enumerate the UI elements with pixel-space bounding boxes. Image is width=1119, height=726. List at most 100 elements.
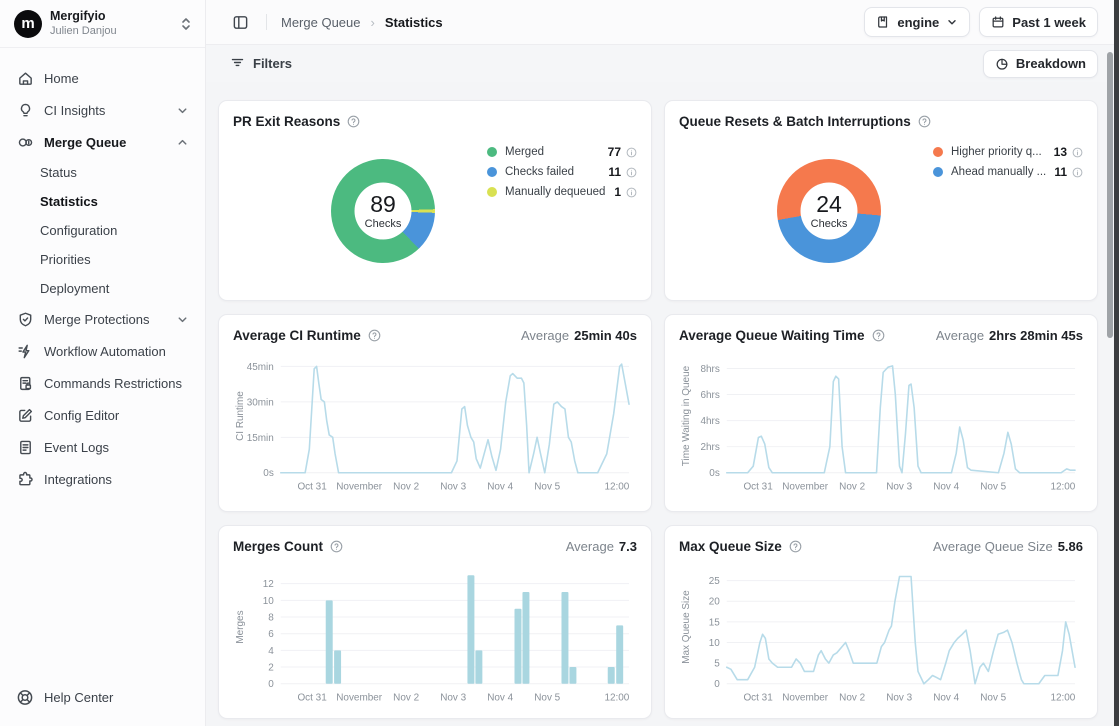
help-icon[interactable] xyxy=(918,115,931,128)
svg-text:0s: 0s xyxy=(709,468,720,479)
svg-text:Nov 5: Nov 5 xyxy=(534,482,560,493)
svg-text:2hrs: 2hrs xyxy=(700,442,719,453)
legend-item[interactable]: Higher priority q... 13 xyxy=(933,142,1083,162)
info-icon[interactable] xyxy=(1072,167,1083,178)
sidebar-item-home[interactable]: Home xyxy=(8,62,197,94)
help-icon[interactable] xyxy=(789,540,802,553)
chevron-up-icon[interactable] xyxy=(176,136,189,149)
sidebar-item-event-logs[interactable]: Event Logs xyxy=(8,431,197,463)
legend-dot xyxy=(933,167,943,177)
sidebar-toggle-icon[interactable] xyxy=(228,10,252,34)
lightning-icon xyxy=(16,342,34,360)
breakdown-button[interactable]: Breakdown xyxy=(983,50,1098,78)
bar-chart-merges-count[interactable]: 024681012Oct 31NovemberNov 2Nov 3Nov 4No… xyxy=(233,560,637,710)
legend-item[interactable]: Manually dequeued 1 xyxy=(487,182,637,202)
card-average-ci-runtime: Average CI Runtime Average25min 40s 0s15… xyxy=(218,314,652,512)
chevron-down-icon[interactable] xyxy=(176,313,189,326)
legend-item[interactable]: Merged 77 xyxy=(487,142,637,162)
svg-text:15min: 15min xyxy=(247,433,274,444)
card-title: Merges Count xyxy=(233,539,323,554)
sidebar-item-priorities[interactable]: Priorities xyxy=(8,245,197,274)
svg-text:November: November xyxy=(782,482,829,493)
user-name: Julien Danjou xyxy=(50,25,117,39)
help-icon[interactable] xyxy=(368,329,381,342)
average-label: Average xyxy=(936,328,984,343)
legend-item[interactable]: Checks failed 11 xyxy=(487,162,637,182)
svg-text:12:00: 12:00 xyxy=(1050,482,1075,493)
svg-text:Merges: Merges xyxy=(235,610,246,643)
svg-text:Oct 31: Oct 31 xyxy=(297,693,327,704)
legend-dot xyxy=(487,147,497,157)
sidebar-item-merge-protections[interactable]: Merge Protections xyxy=(8,303,197,335)
sidebar-item-help-center[interactable]: Help Center xyxy=(0,676,205,726)
svg-text:20: 20 xyxy=(709,597,721,608)
legend-label: Checks failed xyxy=(505,166,602,178)
legend-value: 11 xyxy=(608,165,621,179)
org-switcher[interactable]: m Mergifyio Julien Danjou xyxy=(0,0,205,47)
svg-text:Max Queue Size: Max Queue Size xyxy=(681,590,692,664)
breakdown-button-label: Breakdown xyxy=(1016,56,1086,71)
svg-text:Nov 2: Nov 2 xyxy=(393,482,419,493)
line-chart-ci-runtime[interactable]: 0s15min30min45minOct 31NovemberNov 2Nov … xyxy=(233,349,637,499)
info-icon[interactable] xyxy=(626,187,637,198)
filters-button[interactable]: Filters xyxy=(222,51,300,77)
top-bar: Merge Queue › Statistics engine Past 1 w… xyxy=(206,0,1119,45)
sidebar-item-status[interactable]: Status xyxy=(8,158,197,187)
sidebar-item-merge-queue[interactable]: Merge Queue xyxy=(8,126,197,158)
svg-text:0: 0 xyxy=(714,679,720,690)
legend-item[interactable]: Ahead manually ... 11 xyxy=(933,162,1083,182)
svg-text:Nov 2: Nov 2 xyxy=(393,693,419,704)
help-icon[interactable] xyxy=(872,329,885,342)
chart-legend: Higher priority q... 13 Ahead manually .… xyxy=(933,142,1083,263)
svg-text:Time Waiting in Queue: Time Waiting in Queue xyxy=(681,365,692,466)
sidebar: m Mergifyio Julien Danjou Home CI Insigh… xyxy=(0,0,206,726)
svg-text:4hrs: 4hrs xyxy=(700,416,719,427)
info-icon[interactable] xyxy=(626,147,637,158)
card-average-queue-waiting-time: Average Queue Waiting Time Average2hrs 2… xyxy=(664,314,1098,512)
help-icon[interactable] xyxy=(330,540,343,553)
sidebar-item-commands-restrictions[interactable]: Commands Restrictions xyxy=(8,367,197,399)
chevron-down-icon[interactable] xyxy=(176,104,189,117)
help-icon[interactable] xyxy=(347,115,360,128)
sidebar-item-label: Merge Queue xyxy=(44,135,126,150)
sidebar-item-statistics[interactable]: Statistics xyxy=(8,187,197,216)
chevron-updown-icon[interactable] xyxy=(179,17,193,31)
svg-text:Oct 31: Oct 31 xyxy=(743,693,773,704)
sidebar-item-ci-insights[interactable]: CI Insights xyxy=(8,94,197,126)
sidebar-item-integrations[interactable]: Integrations xyxy=(8,463,197,495)
svg-text:12:00: 12:00 xyxy=(604,482,629,493)
sidebar-item-configuration[interactable]: Configuration xyxy=(8,216,197,245)
sidebar-item-config-editor[interactable]: Config Editor xyxy=(8,399,197,431)
svg-text:10: 10 xyxy=(709,638,721,649)
card-title: Average CI Runtime xyxy=(233,328,361,343)
repository-selector[interactable]: engine xyxy=(864,7,970,37)
svg-text:8hrs: 8hrs xyxy=(700,364,719,375)
sidebar-item-label: Help Center xyxy=(44,690,113,705)
average-value: 5.86 xyxy=(1058,539,1083,554)
sidebar-item-label: Merge Protections xyxy=(44,312,150,327)
line-chart-max-queue-size[interactable]: 0510152025Oct 31NovemberNov 2Nov 3Nov 4N… xyxy=(679,560,1083,710)
sidebar-item-label: Config Editor xyxy=(44,408,119,423)
svg-text:12:00: 12:00 xyxy=(604,693,629,704)
org-name: Mergifyio xyxy=(50,9,117,25)
line-chart-queue-waiting[interactable]: 0s2hrs4hrs6hrs8hrsOct 31NovemberNov 2Nov… xyxy=(679,349,1083,499)
repo-icon xyxy=(876,15,890,29)
breadcrumb-separator: › xyxy=(371,15,375,30)
sidebar-item-workflow-automation[interactable]: Workflow Automation xyxy=(8,335,197,367)
vertical-scrollbar[interactable] xyxy=(1107,52,1113,338)
donut-unit: Checks xyxy=(365,218,402,230)
info-icon[interactable] xyxy=(626,167,637,178)
info-icon[interactable] xyxy=(1072,147,1083,158)
filters-button-label: Filters xyxy=(253,56,292,71)
date-range-button[interactable]: Past 1 week xyxy=(979,7,1098,37)
svg-text:Nov 3: Nov 3 xyxy=(886,693,912,704)
sidebar-item-deployment[interactable]: Deployment xyxy=(8,274,197,303)
breadcrumb-parent[interactable]: Merge Queue xyxy=(281,15,361,30)
svg-text:Nov 3: Nov 3 xyxy=(440,482,466,493)
lightbulb-icon xyxy=(16,101,34,119)
card-queue-resets: Queue Resets & Batch Interruptions 24 Ch… xyxy=(664,100,1098,301)
divider xyxy=(0,47,205,48)
donut-total: 24 xyxy=(816,192,842,217)
svg-text:CI Runtime: CI Runtime xyxy=(235,391,246,441)
legend-dot xyxy=(487,167,497,177)
